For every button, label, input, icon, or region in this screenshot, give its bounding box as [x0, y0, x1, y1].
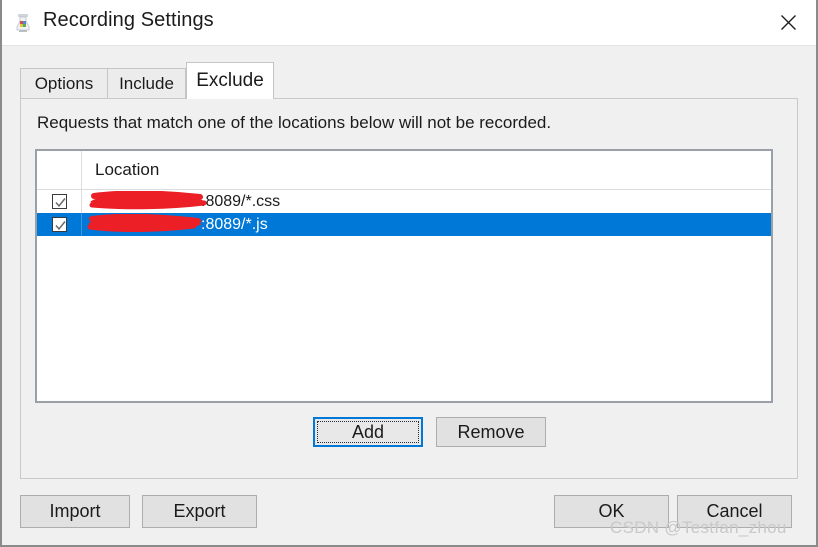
import-button[interactable]: Import — [20, 495, 130, 528]
title-bar: Recording Settings — [2, 0, 816, 46]
checkbox-checked-icon[interactable] — [51, 194, 67, 209]
remove-button[interactable]: Remove — [436, 417, 546, 447]
close-icon[interactable] — [760, 0, 816, 44]
tab-include[interactable]: Include — [107, 68, 186, 98]
add-button-label: Add — [351, 421, 385, 442]
row-location-text: .8089/*.css — [201, 192, 281, 210]
remove-button-label: Remove — [457, 421, 525, 442]
tab-exclude-label: Exclude — [196, 70, 264, 91]
page-title: Recording Settings — [43, 9, 214, 31]
row-location-cell[interactable]: .8089/*.css — [82, 190, 771, 213]
row-checkbox-cell[interactable] — [37, 213, 82, 236]
table-row[interactable]: .8089/*.css — [37, 190, 771, 213]
tab-options[interactable]: Options — [20, 68, 108, 98]
row-location-text: :8089/*.js — [201, 215, 268, 233]
ok-button-label: OK — [598, 501, 625, 521]
exclude-hint-text: Requests that match one of the locations… — [37, 113, 552, 132]
import-button-label: Import — [49, 501, 101, 521]
table-header-checkbox-cell — [37, 151, 82, 189]
exclude-locations-table[interactable]: Location .8089/*.css:8089/*.js — [35, 149, 773, 403]
checkbox-checked-icon[interactable] — [51, 217, 67, 232]
table-header-location: Location — [95, 160, 160, 179]
export-button-label: Export — [173, 501, 226, 521]
table-row[interactable]: :8089/*.js — [37, 213, 771, 236]
exclude-tab-panel: Requests that match one of the locations… — [20, 98, 798, 479]
row-location-cell[interactable]: :8089/*.js — [82, 213, 771, 236]
cancel-button-label: Cancel — [706, 501, 763, 521]
row-checkbox-cell[interactable] — [37, 190, 82, 213]
cancel-button[interactable]: Cancel — [677, 495, 792, 528]
ok-button[interactable]: OK — [554, 495, 669, 528]
export-button[interactable]: Export — [142, 495, 257, 528]
add-button[interactable]: Add — [313, 417, 423, 447]
tab-options-label: Options — [34, 73, 94, 93]
recording-settings-dialog: Recording Settings Options Include Exclu… — [0, 0, 818, 547]
tab-include-label: Include — [119, 73, 174, 93]
tab-exclude[interactable]: Exclude — [186, 62, 274, 99]
jmeter-app-icon — [12, 12, 34, 34]
table-header-row: Location — [37, 151, 771, 190]
